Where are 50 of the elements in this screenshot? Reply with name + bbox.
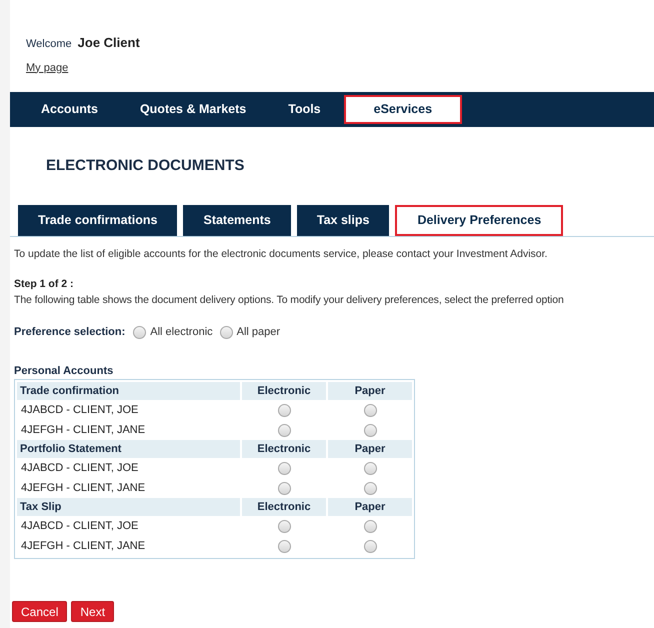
option-label: All electronic xyxy=(150,325,213,340)
radio-button[interactable] xyxy=(364,462,376,475)
option-label: All paper xyxy=(236,325,280,340)
radio-button[interactable] xyxy=(133,326,146,339)
page-title: ELECTRONIC DOCUMENTS xyxy=(45,156,246,176)
nav-tab[interactable]: Accounts xyxy=(20,92,119,126)
column-header: Electronic xyxy=(242,440,326,458)
column-header: Electronic xyxy=(242,498,326,516)
welcome-label: Welcome xyxy=(26,37,72,52)
account-name: 4JEFGH - CLIENT, JANE xyxy=(20,539,146,554)
group-header: Tax Slip xyxy=(17,498,240,516)
nav-tab[interactable]: Quotes & Markets xyxy=(118,92,268,126)
info-text: To update the list of eligible accounts for the electronic documents service, please contact your Investment Advisor. xyxy=(14,247,548,262)
document-tab[interactable]: Delivery Preferences xyxy=(395,205,564,236)
user-name: Joe Client xyxy=(78,34,140,52)
account-name: 4JABCD - CLIENT, JOE xyxy=(20,519,140,534)
account-name: 4JABCD - CLIENT, JOE xyxy=(20,403,140,418)
column-header: Paper xyxy=(328,498,412,516)
radio-button[interactable] xyxy=(278,482,290,495)
radio-button[interactable] xyxy=(278,540,290,553)
account-name: 4JABCD - CLIENT, JOE xyxy=(20,461,140,476)
nav-tab[interactable]: Tools xyxy=(267,92,342,126)
column-header: Electronic xyxy=(242,382,326,400)
document-tab[interactable]: Statements xyxy=(183,205,291,236)
radio-button[interactable] xyxy=(278,404,290,417)
radio-button[interactable] xyxy=(364,424,376,437)
radio-button[interactable] xyxy=(364,540,376,553)
column-header: Paper xyxy=(328,440,412,458)
my-page-link[interactable]: My page xyxy=(26,62,68,74)
document-tab[interactable]: Tax slips xyxy=(296,205,390,236)
nav-tab[interactable]: eServices xyxy=(344,94,462,124)
account-name: 4JEFGH - CLIENT, JANE xyxy=(20,481,146,496)
action-button[interactable]: Next xyxy=(71,601,114,622)
radio-button[interactable] xyxy=(220,326,233,339)
step-text: The following table shows the document delivery options. To modify your delivery preferences, select the preferred option xyxy=(14,292,565,308)
account-name: 4JEFGH - CLIENT, JANE xyxy=(20,423,146,438)
radio-button[interactable] xyxy=(278,424,290,437)
radio-button[interactable] xyxy=(278,520,290,533)
section-title: Personal Accounts xyxy=(14,364,114,379)
group-header: Trade confirmation xyxy=(17,382,240,400)
step-title: Step 1 of 2 : xyxy=(14,276,75,292)
radio-button[interactable] xyxy=(364,482,376,495)
radio-button[interactable] xyxy=(278,462,290,475)
column-header: Paper xyxy=(328,382,412,400)
radio-button[interactable] xyxy=(364,404,376,417)
group-header: Portfolio Statement xyxy=(17,440,240,458)
preference-label: Preference selection: xyxy=(14,325,126,340)
radio-button[interactable] xyxy=(364,520,376,533)
action-button[interactable]: Cancel xyxy=(12,601,68,622)
document-tab[interactable]: Trade confirmations xyxy=(18,205,178,236)
